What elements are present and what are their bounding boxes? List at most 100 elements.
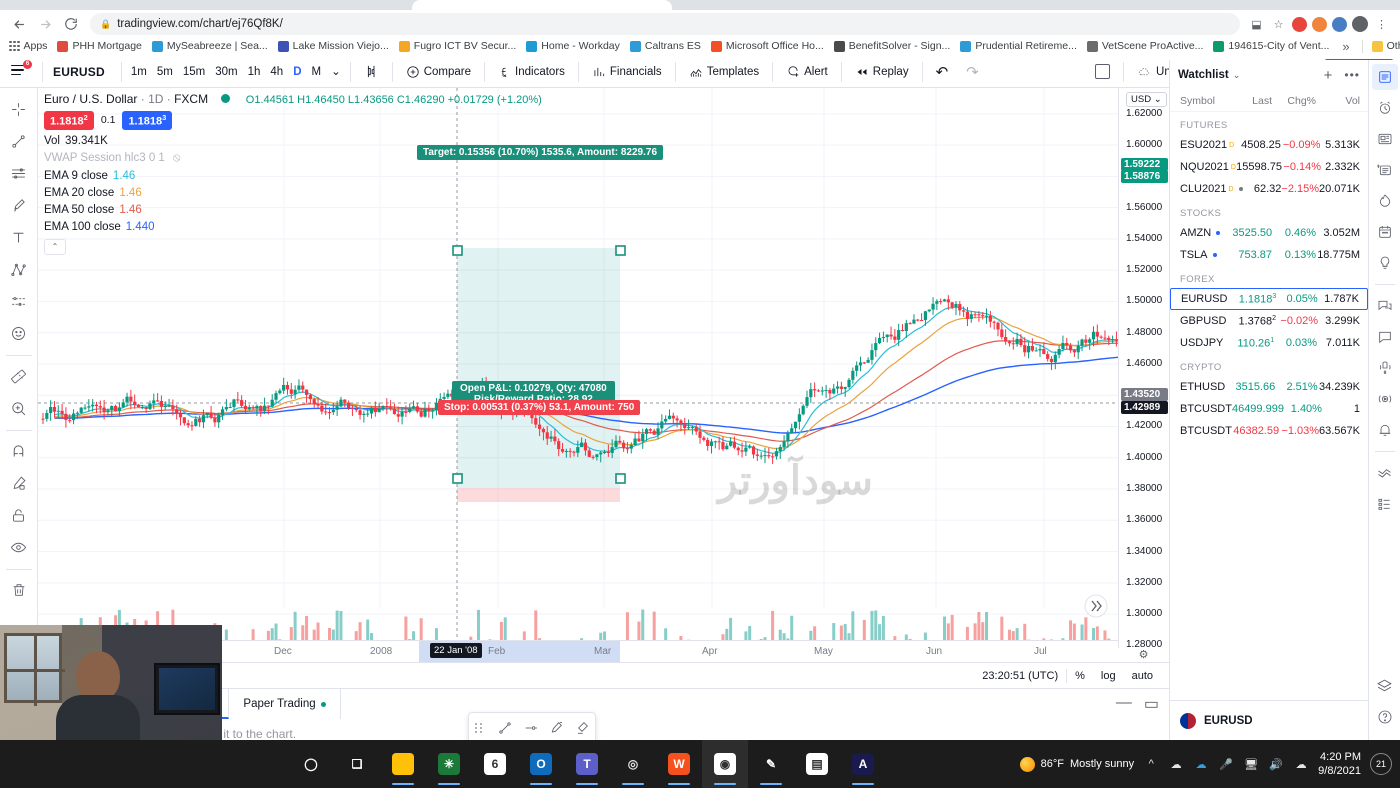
taskbar-obs-studio[interactable]: ◎	[610, 740, 656, 788]
maximize-panel-button[interactable]: ▭	[1144, 694, 1159, 714]
currency-selector[interactable]: USD ⌄	[1126, 92, 1167, 107]
study-legend-row[interactable]: EMA 100 close 1.440	[44, 221, 542, 233]
timeframe-1m[interactable]: 1m	[126, 60, 152, 84]
watchlist-row[interactable]: ETHUSD 3515.66 2.51% 34.239K	[1170, 376, 1368, 398]
column-chg[interactable]: Chg%	[1272, 95, 1316, 107]
taskbar-start-button[interactable]: ◯	[288, 740, 334, 788]
hotlist-icon[interactable]	[1372, 188, 1398, 214]
bookmark-item[interactable]: Apps	[4, 40, 52, 52]
volume-icon[interactable]: 🔊	[1268, 756, 1284, 772]
network-icon[interactable]: 🖥	[1243, 756, 1259, 772]
watchlist-row[interactable]: EURUSD 1.18183 0.05% 1.787K	[1170, 288, 1368, 310]
bid-price-badge[interactable]: 1.18182	[44, 111, 94, 130]
measure-icon[interactable]	[4, 361, 34, 391]
help-icon[interactable]	[1372, 704, 1398, 730]
alerts-icon[interactable]	[1372, 95, 1398, 121]
bookmark-overflow-button[interactable]: »	[1334, 39, 1357, 54]
timeframe-4h[interactable]: 4h	[265, 60, 288, 84]
timeframe-D[interactable]: D	[288, 60, 306, 84]
bookmark-item[interactable]: VetScene ProActive...	[1082, 40, 1209, 52]
star-icon[interactable]: ☆	[1270, 16, 1287, 33]
price-scale[interactable]: USD ⌄ 1.620001.600001.580001.560001.5400…	[1118, 88, 1169, 662]
minimize-panel-button[interactable]: —	[1116, 694, 1132, 714]
drawing-mode-icon[interactable]	[4, 468, 34, 498]
watchlist-row[interactable]: BTCUSDT 46382.59 −1.03% 63.567K	[1170, 420, 1368, 442]
compare-button[interactable]: Compare	[397, 59, 480, 85]
calendar-icon[interactable]	[1372, 219, 1398, 245]
taskbar-app-green[interactable]: ✳	[426, 740, 472, 788]
taskbar-adobe-acrobat[interactable]: A	[840, 740, 886, 788]
cloud-icon[interactable]: ☁	[1168, 756, 1184, 772]
watchlist-row[interactable]: NQU2021 D 15598.75 −0.14% 2.332K	[1170, 156, 1368, 178]
ask-price-badge[interactable]: 1.18183	[122, 111, 173, 130]
bookmark-item[interactable]: Caltrans ES	[625, 40, 706, 52]
taskbar-clock[interactable]: 4:20 PM 9/8/2021	[1318, 750, 1361, 778]
layers-icon[interactable]	[1372, 673, 1398, 699]
taskbar-chrome[interactable]: ◉	[702, 740, 748, 788]
stream-icon[interactable]	[1372, 386, 1398, 412]
taskbar-app-orange[interactable]: W	[656, 740, 702, 788]
emoji-icon[interactable]	[4, 318, 34, 348]
onedrive-icon[interactable]: ☁	[1193, 756, 1209, 772]
column-last[interactable]: Last	[1220, 95, 1272, 107]
extension-icon-1[interactable]	[1292, 16, 1307, 32]
weather-cloud-icon[interactable]: ☁	[1293, 756, 1309, 772]
watchlist-row[interactable]: CLU2021 D 62.32 −2.15% 20.071K	[1170, 178, 1368, 200]
templates-button[interactable]: Templates	[680, 59, 768, 85]
layout-select-button[interactable]	[1086, 59, 1119, 85]
symbol-search-button[interactable]: EURUSD	[47, 65, 117, 79]
replay-button[interactable]: Replay	[846, 59, 918, 85]
chevron-down-icon[interactable]: ⌄	[1233, 70, 1241, 81]
percent-scale-button[interactable]: %	[1067, 670, 1093, 682]
chart-style-button[interactable]	[355, 59, 388, 85]
other-bookmarks-button[interactable]: Other bookmarks	[1367, 40, 1400, 52]
undo-button[interactable]: ↶	[927, 59, 958, 85]
profile-avatar[interactable]	[1352, 16, 1368, 32]
legend-collapse-button[interactable]: ⌃	[44, 238, 66, 255]
price-scale-settings-button[interactable]: ⚙	[1118, 648, 1169, 662]
auto-scale-button[interactable]: auto	[1124, 670, 1161, 682]
interval-more-button[interactable]: ⌄	[326, 60, 346, 84]
watchlist-row[interactable]: AMZN 3525.50 0.46% 3.052M	[1170, 222, 1368, 244]
log-scale-button[interactable]: log	[1093, 670, 1124, 682]
address-bar[interactable]: 🔒 tradingview.com/chart/ej76Qf8K/	[90, 13, 1240, 35]
stop-label[interactable]: Stop: 0.00531 (0.37%) 53.1, Amount: 750	[438, 400, 641, 415]
horizontal-ray-icon[interactable]	[518, 713, 544, 743]
order-panel-icon[interactable]	[1372, 460, 1398, 486]
extension-icon-3[interactable]	[1332, 16, 1347, 32]
object-tree-icon[interactable]	[1372, 491, 1398, 517]
taskbar-task-view[interactable]: ❑	[334, 740, 380, 788]
bookmark-item[interactable]: Prudential Retireme...	[955, 40, 1082, 52]
watchlist-title[interactable]: Watchlist	[1178, 69, 1229, 81]
column-vol[interactable]: Vol	[1316, 95, 1360, 107]
target-label[interactable]: Target: 0.15356 (10.70%) 1535.6, Amount:…	[417, 145, 664, 160]
forward-button[interactable]	[32, 11, 58, 37]
financials-button[interactable]: Financials	[583, 59, 671, 85]
column-symbol[interactable]: Symbol	[1174, 95, 1220, 107]
timeframe-M[interactable]: M	[307, 60, 327, 84]
share-icon[interactable]: ⬓	[1248, 16, 1265, 33]
study-legend-row[interactable]: EMA 9 close 1.46	[44, 170, 542, 182]
bookmark-item[interactable]: MySeabreeze | Sea...	[147, 40, 273, 52]
study-legend-row[interactable]: EMA 20 close 1.46	[44, 187, 542, 199]
prediction-icon[interactable]	[4, 286, 34, 316]
alert-button[interactable]: Alert	[777, 59, 837, 85]
notification-badge[interactable]: 21	[1370, 753, 1392, 775]
taskbar-file-explorer[interactable]: 🗀	[380, 740, 426, 788]
indicators-button[interactable]: Indicators	[489, 59, 574, 85]
chat-icon[interactable]	[1372, 293, 1398, 319]
watchlist-row[interactable]: GBPUSD 1.37682 −0.02% 3.299K	[1170, 310, 1368, 332]
bottom-tab-paper-trading[interactable]: Paper Trading	[229, 689, 341, 719]
bookmark-item[interactable]: Home - Workday	[521, 40, 625, 52]
tray-expand-icon[interactable]: ^	[1143, 756, 1159, 772]
bookmark-item[interactable]: BenefitSolver - Sign...	[829, 40, 956, 52]
text-icon[interactable]	[4, 222, 34, 252]
trend-line-icon[interactable]	[492, 713, 518, 743]
brush-icon[interactable]	[543, 713, 569, 743]
extension-icon-2[interactable]	[1312, 16, 1327, 32]
back-button[interactable]	[6, 11, 32, 37]
taskbar-app-bitdefender[interactable]: 6	[472, 740, 518, 788]
bookmark-item[interactable]: Lake Mission Viejo...	[273, 40, 394, 52]
taskbar-app-paint[interactable]: ✎	[748, 740, 794, 788]
watchlist-row[interactable]: BTCUSDT 46499.999 1.40% 1	[1170, 398, 1368, 420]
